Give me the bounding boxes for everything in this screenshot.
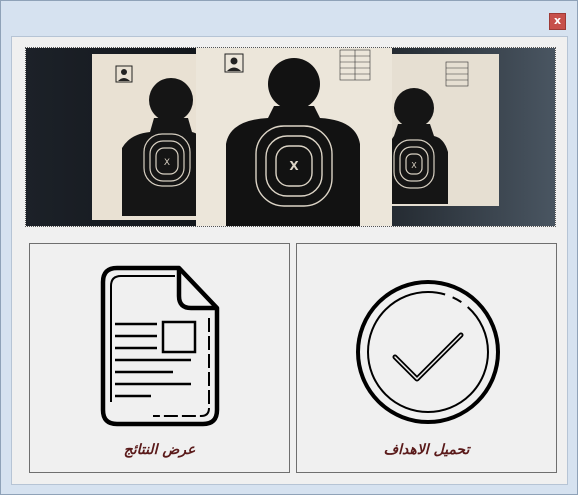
load-targets-button[interactable]: تحميل الاهداف — [296, 243, 557, 473]
view-results-label: عرض النتائج — [123, 442, 196, 458]
load-targets-label: تحميل الاهداف — [383, 442, 470, 458]
app-window: x X X X عرض النتائج تحميل الاهداف — [0, 0, 578, 495]
title-bar: x — [1, 1, 577, 35]
document-icon — [100, 265, 220, 427]
center-target-sheet: X — [196, 48, 392, 226]
svg-text:X: X — [411, 161, 417, 170]
svg-text:X: X — [164, 158, 170, 168]
targets-banner-image: X X X — [25, 47, 556, 227]
close-button[interactable]: x — [549, 13, 566, 30]
target-center-mark: X — [289, 159, 299, 173]
right-target-sheet: X — [386, 54, 499, 206]
view-results-button[interactable]: عرض النتائج — [29, 243, 290, 473]
left-target-sheet: X — [92, 54, 206, 220]
checkmark-circle-icon — [356, 280, 500, 424]
main-content: X X X عرض النتائج تحميل الاهداف — [11, 36, 568, 485]
